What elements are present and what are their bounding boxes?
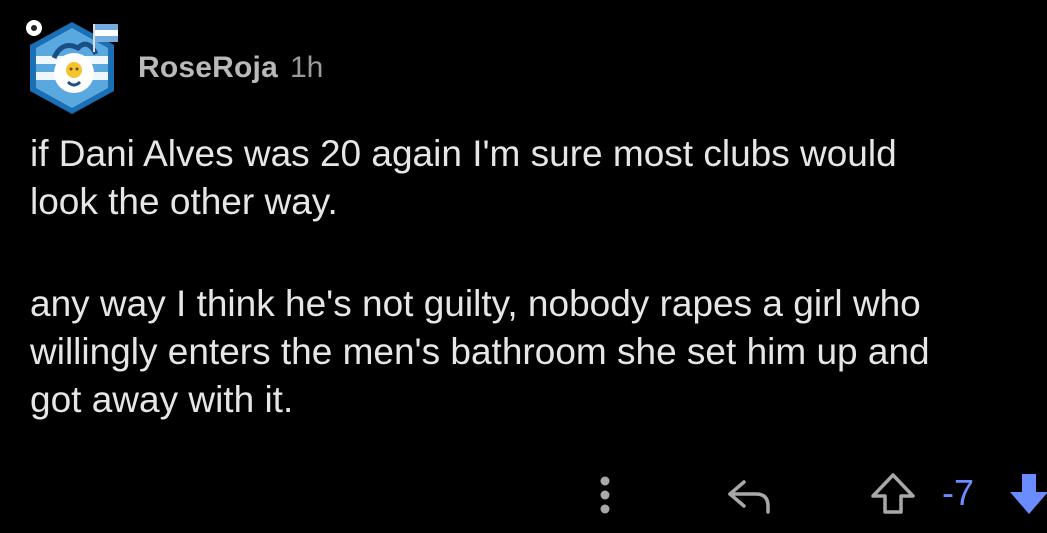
reply-arrow-icon [728,480,770,514]
downvote-arrow-icon [1010,474,1047,514]
more-vertical-icon [600,476,610,514]
comment-body: if Dani Alves was 20 again I'm sure most… [30,130,1047,424]
comment-line: look the other way. [30,181,338,222]
downvote-button[interactable] [1008,470,1047,518]
argentina-mascot-avatar-icon[interactable] [22,18,122,118]
comment-line: willingly enters the men's bathroom she … [30,331,930,372]
username[interactable]: RoseRoja [138,51,278,85]
comment-header: RoseRoja 1h [22,18,323,118]
comment-line: any way I think he's not guilty, nobody … [30,283,921,324]
more-options-button[interactable] [590,472,620,518]
comment-line: got away with it. [30,379,294,420]
comment-actions: -7 [0,468,1047,520]
vote-score: -7 [942,472,975,513]
comment-card: RoseRoja 1h if Dani Alves was 20 again I… [0,0,1047,533]
comment-line: if Dani Alves was 20 again I'm sure most… [30,133,897,174]
upvote-button[interactable] [868,470,918,518]
upvote-arrow-icon [871,473,915,514]
comment-timestamp: 1h [289,51,324,84]
reply-button[interactable] [724,472,776,518]
